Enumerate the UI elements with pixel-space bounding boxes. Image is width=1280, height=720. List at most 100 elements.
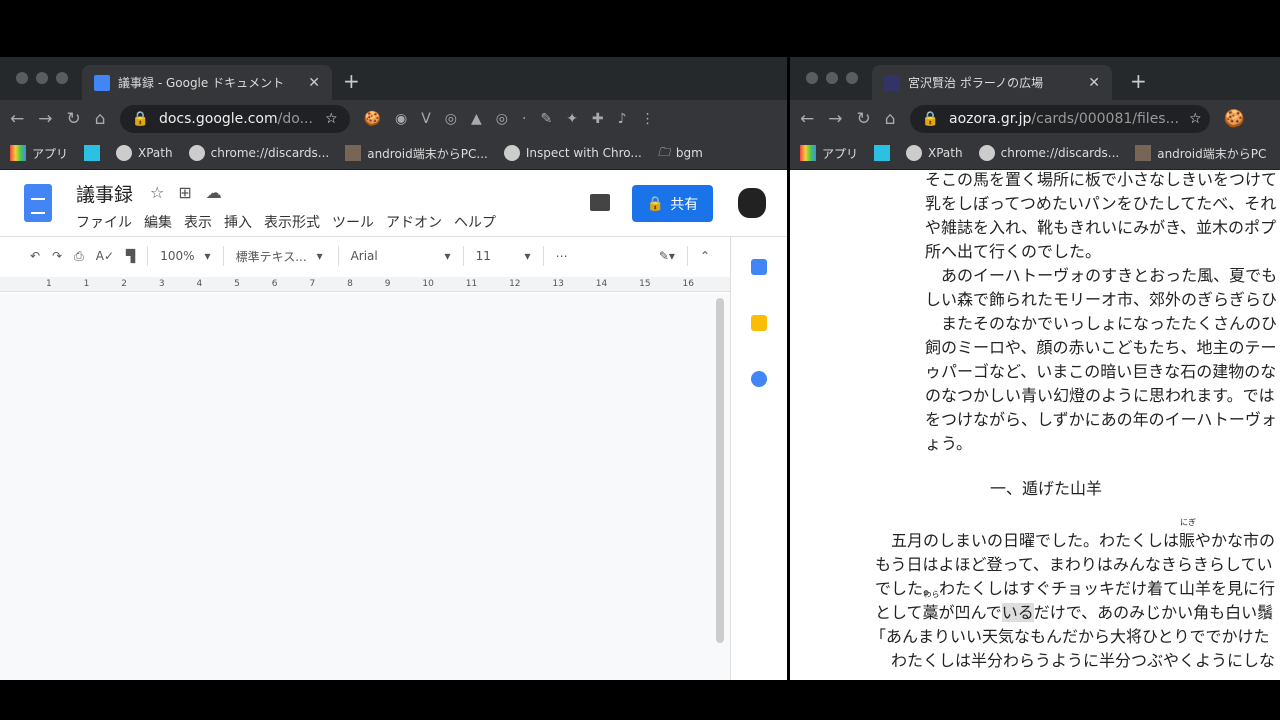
extensions[interactable]: 🍪 ◉ V ◎ ▲ ◎ · ✎ ✦ ✚ ♪ ⋮	[364, 111, 655, 127]
nav-bar: ← → ↻ ⌂ 🔒 docs.google.com/do... ☆ 🍪 ◉ V ◎ ▲ ◎ · ✎ ✦ ✚ ♪…	[0, 100, 787, 137]
share-button[interactable]: 🔒 共有	[632, 185, 713, 222]
paragraph-line: 五月のしまいの日曜でした。わたくしは にぎ 賑やかな市の	[875, 518, 1276, 551]
aozora-favicon-icon	[884, 74, 900, 91]
ruler-tick-label: 13	[552, 279, 564, 289]
address-bar[interactable]: 🔒 docs.google.com/do... ☆	[119, 104, 350, 133]
menu-insert[interactable]: 挿入	[224, 212, 252, 232]
print-icon[interactable]: ⎙	[74, 249, 84, 264]
bookmark-discards[interactable]: chrome://discards...	[188, 145, 329, 161]
ruler-tick-label: 10	[422, 279, 434, 289]
docs-logo-icon[interactable]	[24, 184, 52, 222]
bookmark-inspect[interactable]: Inspect with Chro...	[503, 145, 642, 161]
address-bar[interactable]: 🔒 aozora.gr.jp/cards/000081/files... ☆	[909, 104, 1210, 133]
menu-edit[interactable]: 編集	[144, 212, 172, 232]
ruler-tick-label: 1	[45, 279, 52, 289]
lock-icon: 🔒	[921, 110, 939, 127]
comment-icon[interactable]	[590, 194, 610, 211]
bookmark-xpath[interactable]: XPath	[116, 145, 173, 161]
home-icon[interactable]: ⌂	[885, 109, 896, 129]
edit-mode-icon[interactable]: ✎▾	[659, 249, 675, 263]
font-select[interactable]: Arial ▾	[351, 249, 451, 263]
globe-icon	[503, 145, 520, 161]
url-path: /cards/000081/files...	[1031, 110, 1179, 127]
menu-view[interactable]: 表示	[184, 212, 212, 232]
window-controls[interactable]	[16, 72, 68, 84]
bookmark-apps[interactable]: アプリ	[800, 145, 858, 162]
move-folder-icon[interactable]: ⊞	[178, 183, 191, 202]
close-tab-icon[interactable]: ✕	[1088, 75, 1100, 91]
bookmark-co[interactable]	[874, 145, 891, 161]
new-tab-button[interactable]: +	[343, 69, 360, 93]
tab-title: 宮沢賢治 ポラーノの広場	[908, 76, 1044, 90]
keep-icon[interactable]	[751, 315, 767, 331]
bookmark-bgm[interactable]: 🗀 bgm	[658, 143, 703, 164]
text-line: あのイーハトーヴォのすきとおった風、夏でも	[925, 266, 1278, 285]
menu-tools[interactable]: ツール	[332, 212, 374, 232]
ruler-tick-label: 1	[83, 279, 90, 289]
reload-icon[interactable]: ↻	[857, 109, 871, 129]
document-title[interactable]: 議事録	[76, 180, 133, 207]
ruler-tick-label: 15	[639, 279, 651, 289]
cloud-status-icon[interactable]: ☁	[206, 183, 222, 202]
bookmark-apps[interactable]: アプリ	[10, 145, 68, 162]
text-line: ゥパーゴなど、いまこの暗い巨きな石の建物のな	[925, 362, 1277, 381]
star-icon[interactable]: ☆	[1189, 111, 1202, 127]
bookmark-xpath[interactable]: XPath	[906, 145, 963, 161]
document-canvas[interactable]	[0, 293, 730, 680]
spellcheck-icon[interactable]: A✓	[96, 249, 114, 263]
back-icon[interactable]: ←	[800, 109, 814, 129]
collapse-icon[interactable]: ⌃	[700, 249, 710, 263]
zoom-select[interactable]: 100% ▾	[160, 249, 210, 263]
text-line: 飼のミーロや、顔の赤いこどもたち、地主のテー	[925, 338, 1277, 357]
back-icon[interactable]: ←	[10, 109, 24, 129]
home-icon[interactable]: ⌂	[95, 109, 106, 129]
text-line: ょう。	[925, 434, 973, 453]
text-line: をつけながら、しずかにあの年のイーハトーヴォ	[925, 410, 1277, 429]
menu-file[interactable]: ファイル	[76, 212, 132, 232]
undo-icon[interactable]: ↶	[30, 249, 40, 263]
star-icon[interactable]: ☆	[325, 111, 338, 127]
star-icon[interactable]: ☆	[150, 183, 164, 202]
globe-icon	[978, 145, 995, 161]
ruler-tick-label: 16	[682, 279, 694, 289]
bookmarks-bar: アプリ XPath chrome://discards... android端末…	[790, 137, 1280, 170]
menu-format[interactable]: 表示形式	[264, 212, 320, 232]
tab-aozora[interactable]: 宮沢賢治 ポラーノの広場 ✕	[872, 65, 1112, 100]
menu-addons[interactable]: アドオン	[386, 212, 442, 232]
menu-bar: ファイル 編集 表示 挿入 表示形式 ツール アドオン ヘルプ	[76, 212, 496, 232]
forward-icon[interactable]: →	[38, 109, 52, 129]
formatting-toolbar: ↶ ↷ ⎙ A✓ ▜ 100% ▾ 標準テキス... ▾ Arial ▾ 11 ▾ ⋯ ✎▾ ⌃	[0, 237, 730, 275]
more-button[interactable]: ⋯	[556, 249, 568, 263]
ruler-tick-label: 5	[234, 279, 240, 289]
forward-icon[interactable]: →	[828, 109, 842, 129]
paragraph-line: として わら 藁が凹んでいるだけで、あのみじかい角も白い鬚	[875, 590, 1274, 622]
style-select[interactable]: 標準テキス... ▾	[236, 248, 326, 265]
ruler-tick-label: 12	[509, 279, 521, 289]
bookmark-android[interactable]: android端末からPC	[1135, 145, 1266, 162]
redo-icon[interactable]: ↷	[52, 249, 62, 263]
tab-docs[interactable]: 議事録 - Google ドキュメント ✕	[82, 65, 332, 100]
cookie-extension-icon[interactable]: 🍪	[1224, 109, 1245, 129]
avatar[interactable]	[738, 188, 766, 218]
new-tab-button[interactable]: +	[1130, 69, 1147, 93]
share-label: 共有	[670, 196, 699, 213]
bookmark-co[interactable]	[84, 145, 101, 161]
text-line: や雑誌を入れ、靴もきれいにみがき、並木のポプ	[925, 218, 1277, 237]
url-host: aozora.gr.jp	[948, 110, 1032, 127]
bookmark-discards[interactable]: chrome://discards...	[978, 145, 1119, 161]
scrollbar[interactable]	[716, 298, 724, 643]
menu-help[interactable]: ヘルプ	[454, 212, 496, 232]
bookmark-android[interactable]: android端末からPC...	[345, 145, 488, 162]
window-controls[interactable]	[806, 72, 858, 84]
side-panel	[730, 237, 787, 680]
calendar-icon[interactable]	[751, 259, 767, 275]
globe-icon	[116, 145, 133, 161]
close-tab-icon[interactable]: ✕	[308, 75, 320, 91]
font-size-select[interactable]: 11 ▾	[476, 249, 531, 263]
novel-text: そこの馬を置く場所に板で小さなしきいをつけて 乳をしぼってつめたいパンをひたしてた…	[870, 168, 1278, 673]
paint-format-icon[interactable]: ▜	[126, 249, 135, 263]
reload-icon[interactable]: ↻	[67, 109, 81, 129]
ruler[interactable]: 1 1 2 3 4 5 6 7 8 9 10 11 12 13 14 15 16	[0, 277, 730, 292]
docs-favicon-icon	[94, 74, 110, 91]
tasks-icon[interactable]	[751, 371, 767, 387]
